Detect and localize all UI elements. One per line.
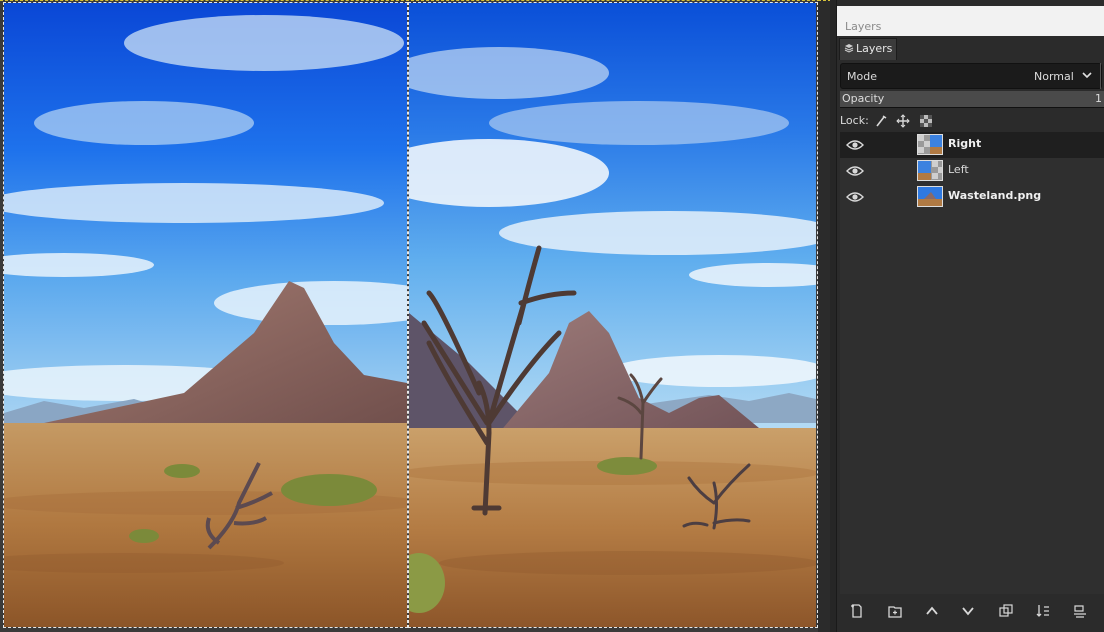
- gimp-window: Layers Layers Mode Normal Opacity 1 Lock…: [0, 0, 1104, 632]
- mode-extra-button[interactable]: [1100, 63, 1104, 89]
- lower-layer-icon[interactable]: [960, 603, 976, 619]
- opacity-slider[interactable]: Opacity 1: [840, 91, 1104, 108]
- lock-pixels-icon[interactable]: [874, 114, 888, 128]
- mode-value: Normal: [1034, 70, 1074, 83]
- new-layer-icon[interactable]: [849, 603, 865, 619]
- layer-name[interactable]: Wasteland.png: [948, 189, 1041, 202]
- opacity-value: 1: [1095, 92, 1102, 105]
- lock-label: Lock:: [840, 114, 869, 127]
- layers-stack-icon: [844, 44, 854, 53]
- layer-thumbnail: [917, 186, 943, 207]
- layer-row-wasteland[interactable]: Wasteland.png: [840, 184, 1104, 210]
- tab-layers-label: Layers: [856, 42, 893, 55]
- new-layer-group-icon[interactable]: [887, 603, 903, 619]
- merge-down-icon[interactable]: [1035, 603, 1051, 619]
- eye-icon[interactable]: [846, 138, 864, 152]
- wasteland-right-image: [409, 3, 816, 627]
- layer-left-content: [4, 3, 407, 627]
- image-canvas[interactable]: [0, 0, 830, 632]
- raise-layer-icon[interactable]: [924, 603, 940, 619]
- layer-row-left[interactable]: Left: [840, 158, 1104, 184]
- eye-icon[interactable]: [846, 190, 864, 204]
- layer-mode-dropdown[interactable]: Mode Normal: [840, 63, 1102, 89]
- layers-list: Right Left Wasteland.png: [840, 132, 1104, 594]
- layer-row-right[interactable]: Right: [840, 132, 1104, 158]
- layer-name[interactable]: Right: [948, 137, 981, 150]
- chevron-down-icon: [1082, 72, 1092, 79]
- lock-position-icon[interactable]: [896, 114, 910, 128]
- layer-thumbnail: [917, 160, 943, 181]
- layers-dock: Layers Layers Mode Normal Opacity 1 Lock…: [836, 0, 1104, 632]
- duplicate-layer-icon[interactable]: [998, 603, 1014, 619]
- dock-tab-row: Layers: [837, 36, 1104, 60]
- tab-layers[interactable]: Layers: [839, 38, 897, 60]
- dock-title: Layers: [837, 0, 1104, 36]
- layers-bottom-toolbar: [837, 596, 1104, 632]
- canvas-scroll-gap: [818, 0, 830, 632]
- layer-thumbnail: [917, 134, 943, 155]
- lock-alpha-icon[interactable]: [919, 114, 933, 128]
- opacity-label: Opacity: [842, 92, 885, 105]
- mode-label: Mode: [847, 70, 877, 83]
- layer-right-content: [409, 3, 816, 627]
- layer-name[interactable]: Left: [948, 163, 969, 176]
- delete-layer-icon[interactable]: [1072, 603, 1088, 619]
- eye-icon[interactable]: [846, 164, 864, 178]
- wasteland-left-image: [4, 3, 407, 627]
